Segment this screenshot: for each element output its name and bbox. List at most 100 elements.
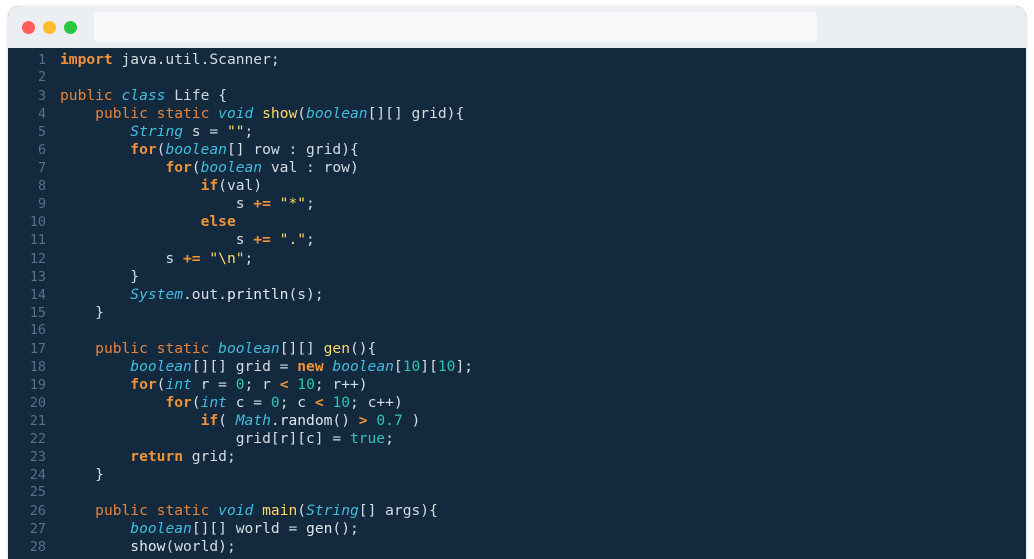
- code-token: [: [393, 357, 403, 375]
- line-number: 9: [37, 197, 46, 213]
- code-line[interactable]: 16: [8, 322, 1026, 340]
- maximize-button[interactable]: [64, 20, 77, 34]
- code-token: grid;: [183, 448, 236, 466]
- code-line[interactable]: 17 public static boolean[][] gen(){: [8, 340, 1026, 358]
- line-content: }: [46, 304, 104, 322]
- code-line[interactable]: 1 import java.util.Scanner;: [8, 51, 1026, 69]
- code-line[interactable]: 11 s += ".";: [8, 231, 1026, 249]
- code-token: "": [226, 123, 245, 141]
- code-line[interactable]: 26 public static void main(String[] args…: [8, 502, 1026, 520]
- line-number: 7: [37, 161, 46, 177]
- code-line[interactable]: 28 show(world);: [8, 538, 1026, 556]
- code-token: public: [60, 87, 122, 105]
- close-button[interactable]: [22, 20, 35, 34]
- code-line[interactable]: 9 s += "*";: [8, 195, 1026, 213]
- line-number: 2: [37, 70, 46, 86]
- code-token: s =: [183, 123, 227, 141]
- code-line[interactable]: 8 if(val): [8, 177, 1026, 195]
- code-line[interactable]: 25: [8, 484, 1026, 502]
- line-content: show(world);: [46, 538, 235, 556]
- code-line[interactable]: 5 String s = "";: [8, 123, 1026, 141]
- line-number: 27: [29, 522, 46, 538]
- line-content: for(int c = 0; c < 10; c++): [46, 393, 402, 412]
- code-token: ;: [306, 231, 315, 249]
- code-token: (){: [349, 339, 377, 357]
- code-line[interactable]: 14 System.out.println(s);: [8, 286, 1026, 304]
- code-line[interactable]: 20 for(int c = 0; c < 10; c++): [8, 394, 1026, 412]
- code-token: int: [165, 375, 192, 393]
- window-titlebar: [8, 6, 1026, 48]
- code-line[interactable]: 24 }: [8, 466, 1026, 484]
- code-token: System: [130, 285, 184, 303]
- code-line[interactable]: 12 s += "\n";: [8, 250, 1026, 268]
- line-content: public static boolean[][] gen(){: [46, 340, 376, 358]
- code-token: public static: [95, 502, 219, 520]
- code-token: (: [218, 411, 236, 429]
- code-line[interactable]: 19 for(int r = 0; r < 10; r++): [8, 376, 1026, 394]
- code-token: void: [218, 105, 254, 123]
- code-token: ; c: [279, 393, 315, 411]
- code-token: (: [191, 393, 201, 411]
- line-number: 13: [29, 269, 46, 285]
- code-token: if: [200, 411, 219, 429]
- code-token: c =: [226, 393, 271, 411]
- code-token: >: [358, 411, 368, 429]
- code-token: for: [165, 393, 192, 411]
- code-token: s: [60, 249, 184, 267]
- code-token: <: [314, 393, 324, 411]
- code-token: }: [60, 466, 104, 484]
- code-token: (s);: [288, 285, 324, 303]
- line-content: s += "\n";: [46, 250, 253, 268]
- line-content: else: [46, 213, 236, 231]
- code-line[interactable]: 10 else: [8, 213, 1026, 231]
- code-editor[interactable]: 1 import java.util.Scanner; 2 3 public class…: [8, 48, 1026, 559]
- code-token: [][] grid){: [367, 105, 465, 123]
- line-number: 25: [29, 485, 46, 501]
- code-line[interactable]: 6 for(boolean[] row : grid){: [8, 141, 1026, 159]
- code-token: show: [130, 538, 166, 556]
- code-line[interactable]: 2: [8, 69, 1026, 87]
- line-number: 17: [29, 341, 46, 357]
- code-token: (: [191, 159, 201, 177]
- code-line[interactable]: 7 for(boolean val : row): [8, 159, 1026, 177]
- code-token: gen: [306, 520, 333, 538]
- code-line[interactable]: 3 public class Life {: [8, 87, 1026, 105]
- line-number: 6: [37, 143, 46, 159]
- code-token: <: [279, 375, 289, 393]
- code-line[interactable]: 23 return grid;: [8, 448, 1026, 466]
- code-line[interactable]: 13 }: [8, 268, 1026, 286]
- code-line[interactable]: 21 if( Math.random() > 0.7 ): [8, 412, 1026, 430]
- code-line[interactable]: 15 }: [8, 304, 1026, 322]
- line-number: 14: [29, 287, 46, 303]
- code-token: gen: [323, 339, 350, 357]
- code-line[interactable]: 22 grid[r][c] = true;: [8, 430, 1026, 448]
- code-line[interactable]: 4 public static void show(boolean[][] gr…: [8, 105, 1026, 123]
- code-token: boolean: [332, 357, 394, 375]
- code-token: boolean: [130, 357, 192, 375]
- line-number: 10: [29, 215, 46, 231]
- line-number: 11: [29, 233, 46, 249]
- code-token: new: [297, 357, 324, 375]
- code-token: (: [297, 502, 307, 520]
- code-token: show: [262, 105, 298, 123]
- code-token: boolean: [200, 159, 263, 177]
- code-token: ][: [420, 357, 438, 375]
- code-token: Math: [235, 411, 271, 429]
- address-input[interactable]: [94, 12, 817, 42]
- code-token: public static: [95, 339, 219, 357]
- code-token: String: [306, 502, 359, 520]
- code-token: {: [209, 87, 227, 105]
- code-token: 10: [332, 393, 351, 411]
- line-content: if( Math.random() > 0.7 ): [46, 411, 421, 430]
- code-token: java.util.Scanner;: [112, 51, 280, 68]
- minimize-button[interactable]: [43, 20, 56, 34]
- code-line[interactable]: 18 boolean[][] grid = new boolean[10][10…: [8, 358, 1026, 376]
- line-content: return grid;: [46, 448, 236, 466]
- code-line[interactable]: 27 boolean[][] world = gen();: [8, 520, 1026, 538]
